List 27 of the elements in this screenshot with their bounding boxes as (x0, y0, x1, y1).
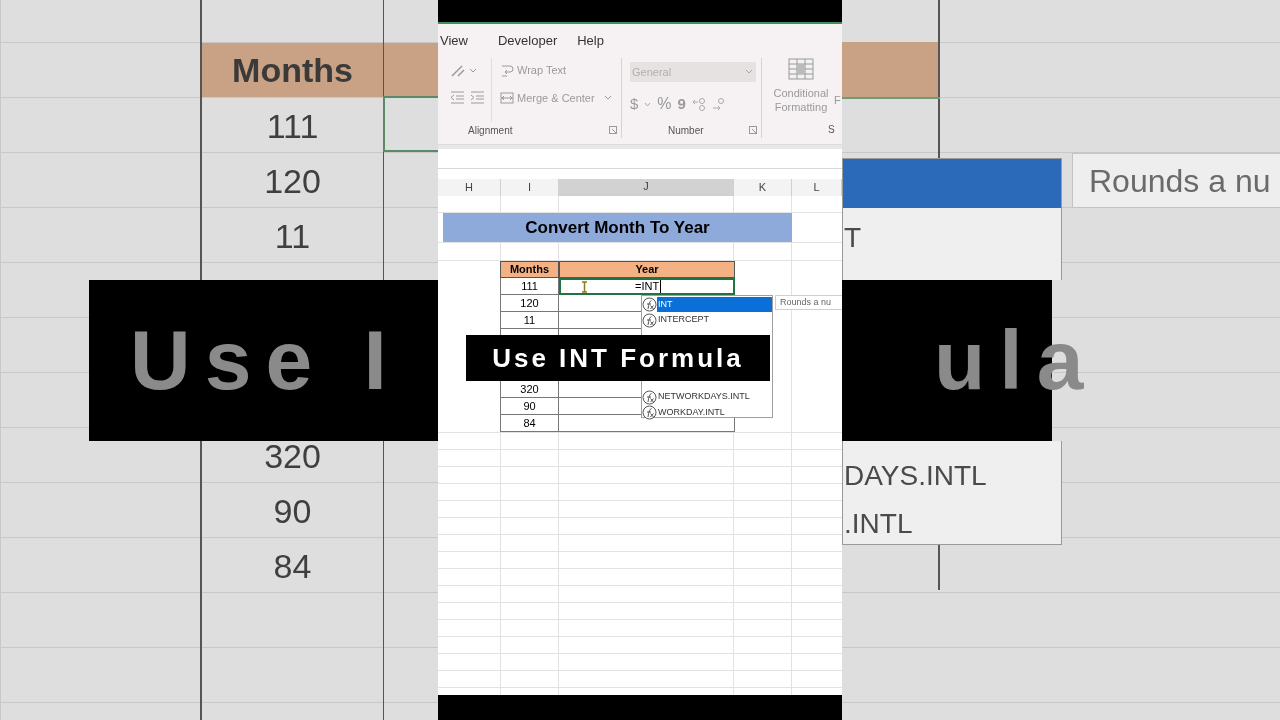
table-cell: 320 (500, 381, 559, 398)
table-cell: 111 (500, 278, 559, 295)
table-cell: 120 (500, 295, 559, 312)
list-item-text: T (844, 221, 862, 255)
tooltip: Rounds a nu (1072, 153, 1280, 208)
group-label: Alignment (468, 123, 513, 138)
table-cell-text: 11 (273, 215, 312, 257)
group-label: S (827, 123, 836, 137)
table-cell: 11 (500, 312, 559, 329)
list-item-text: .INTL (844, 507, 913, 541)
table-cell: 84 (500, 415, 559, 432)
function-tooltip: Rounds a nu (775, 295, 842, 310)
header-cell: Months (202, 43, 383, 97)
group-label: Number (668, 123, 704, 138)
caption-text: Use I (130, 312, 401, 409)
table-cell-text: 84 (272, 545, 313, 587)
table-cell: 90 (500, 398, 559, 415)
table-cell-text: 111 (265, 105, 320, 147)
list-item-text: DAYS.INTL (844, 459, 987, 493)
cell-text: =INT (635, 280, 662, 293)
title-banner: Convert Month To Year (443, 213, 792, 242)
table-cell-text: 320 (263, 435, 322, 477)
table-cell-text: 120 (263, 160, 322, 202)
table-cell-text: 90 (272, 490, 313, 532)
caption-banner: Use INT Formula (466, 335, 770, 381)
header-cell: Months (500, 261, 559, 278)
header-cell: Year (559, 261, 735, 278)
